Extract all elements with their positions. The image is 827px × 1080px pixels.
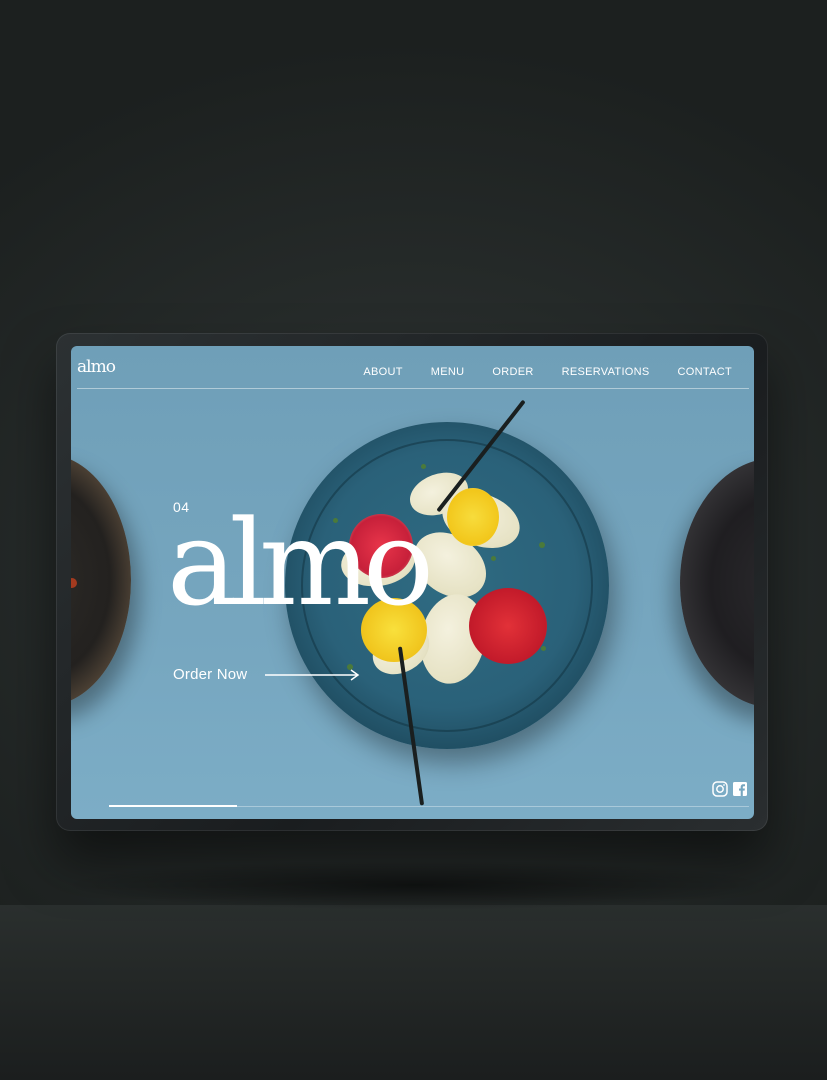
- nav-links: ABOUT MENU ORDER RESERVATIONS CONTACT: [363, 366, 732, 378]
- order-now-label: Order Now: [173, 666, 248, 683]
- device-shadow: [60, 860, 770, 910]
- nav-divider: [77, 388, 749, 389]
- blood-orange-slice: [469, 588, 547, 664]
- instagram-icon[interactable]: [712, 781, 728, 797]
- social-links: [712, 781, 748, 797]
- website-screen: almo ABOUT MENU ORDER RESERVATIONS CONTA…: [71, 346, 754, 819]
- order-now-link[interactable]: Order Now: [173, 666, 361, 683]
- herb-garnish: [539, 542, 545, 548]
- top-navigation: almo ABOUT MENU ORDER RESERVATIONS CONTA…: [71, 346, 754, 388]
- nav-item-order[interactable]: ORDER: [492, 366, 533, 378]
- nav-item-reservations[interactable]: RESERVATIONS: [562, 366, 650, 378]
- nav-item-about[interactable]: ABOUT: [363, 366, 402, 378]
- slider-progress-fill: [109, 805, 237, 807]
- arrow-right-icon: [265, 668, 360, 681]
- nav-item-contact[interactable]: CONTACT: [678, 366, 732, 378]
- herb-garnish: [541, 646, 546, 651]
- herb-garnish: [491, 556, 496, 561]
- floor: [0, 905, 827, 1080]
- facebook-icon[interactable]: [732, 781, 748, 797]
- slider-progress-track[interactable]: [109, 805, 749, 807]
- left-plate-image: [71, 454, 131, 706]
- herb-garnish: [421, 464, 426, 469]
- nav-item-menu[interactable]: MENU: [431, 366, 465, 378]
- orange-slice: [447, 488, 499, 546]
- hero-title: almo: [167, 494, 434, 632]
- brand-logo[interactable]: almo: [77, 359, 116, 376]
- right-plate-image: [680, 458, 754, 708]
- mockup-scene: almo ABOUT MENU ORDER RESERVATIONS CONTA…: [0, 0, 827, 1080]
